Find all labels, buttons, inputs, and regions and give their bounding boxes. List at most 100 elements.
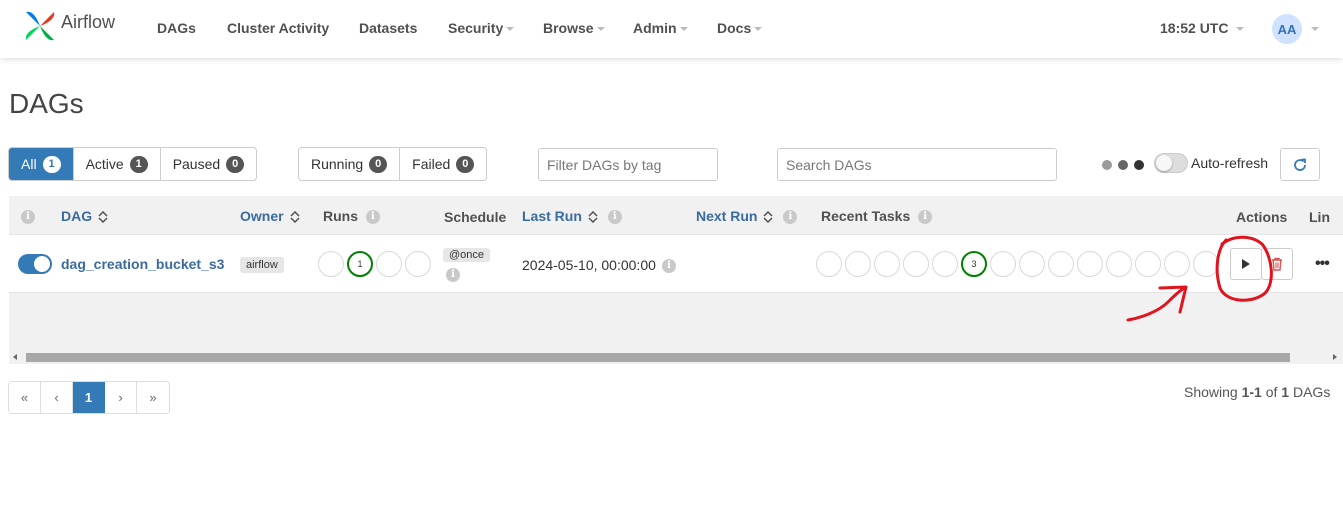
prev-page-button[interactable]: ‹ [41,382,73,413]
header-dag-label: DAG [61,208,93,224]
header-next-run[interactable]: Next Run i [696,208,798,225]
task-state-circle[interactable] [1106,251,1132,277]
task-state-circle[interactable] [903,251,929,277]
nav-datasets-label: Datasets [359,20,418,36]
run-state-circle[interactable] [318,251,344,277]
header-next-run-label: Next Run [696,208,758,224]
task-state-circle[interactable] [874,251,900,277]
nav-cluster-activity-label: Cluster Activity [227,20,330,36]
filter-running-button[interactable]: Running 0 [299,148,401,180]
sort-icon [763,211,773,224]
delete-dag-button[interactable] [1261,248,1293,280]
user-menu-caret-icon[interactable] [1311,27,1319,31]
brand[interactable]: Airflow [22,8,115,44]
scroll-right-icon[interactable] [1333,354,1337,360]
filter-running-count: 0 [369,155,388,173]
caret-down-icon [1236,27,1245,32]
horizontal-scrollbar[interactable] [9,351,1343,363]
task-state-circle[interactable] [1048,251,1074,277]
caret-down-icon [506,27,515,32]
nav-admin[interactable]: Admin [633,20,688,36]
dag-id-link[interactable]: dag_creation_bucket_s3 [61,256,224,272]
filter-failed-count: 0 [456,155,475,173]
nav-browse[interactable]: Browse [543,20,605,36]
last-page-button[interactable]: » [137,382,169,413]
header-dag[interactable]: DAG [61,208,108,224]
scroll-left-icon[interactable] [13,354,17,360]
nav-admin-label: Admin [633,20,677,36]
nav-dags[interactable]: DAGs [157,20,196,36]
caret-down-icon [596,27,605,32]
filter-paused-label: Paused [172,156,221,172]
header-owner-label: Owner [240,208,284,224]
header-schedule: Schedule [444,209,507,225]
nav-docs-label: Docs [717,20,752,36]
task-state-circle[interactable] [1164,251,1190,277]
loading-dots-icon [1102,160,1144,170]
task-state-circle[interactable] [990,251,1016,277]
tag-filter-input[interactable] [538,148,718,181]
filter-all-button[interactable]: All 1 [9,148,74,180]
auto-refresh-toggle[interactable] [1154,153,1188,173]
filter-active-label: Active [85,156,124,172]
showing-suffix: DAGs [1292,384,1331,400]
run-state-circle[interactable] [376,251,402,277]
timezone-dropdown[interactable]: 18:52 UTC [1160,20,1245,36]
info-icon[interactable]: i [918,210,933,225]
header-last-run[interactable]: Last Run i [522,208,622,225]
task-state-circle-success[interactable]: 3 [961,251,987,277]
task-state-circle[interactable] [845,251,871,277]
select-info-header: i [21,208,35,225]
search-dags-input[interactable] [777,148,1057,181]
more-links-icon[interactable]: ••• [1315,255,1330,273]
nav-docs[interactable]: Docs [717,20,763,36]
page-title: DAGs [9,88,84,119]
status-filter-group: All 1 Active 1 Paused 0 [8,147,258,181]
info-icon[interactable]: i [21,210,35,225]
trigger-dag-button[interactable] [1230,248,1262,280]
run-filter-group: Running 0 Failed 0 [298,147,488,181]
task-state-circle[interactable] [1019,251,1045,277]
sort-icon [290,211,300,224]
dag-pause-toggle[interactable] [18,254,52,274]
last-run-info-icon[interactable]: i [662,259,676,273]
nav-security[interactable]: Security [448,20,515,36]
refresh-button[interactable] [1280,148,1320,181]
nav-dags-label: DAGs [157,20,196,36]
filter-failed-button[interactable]: Failed 0 [400,148,486,180]
nav-cluster-activity[interactable]: Cluster Activity [227,20,329,36]
task-state-circle[interactable] [1135,251,1161,277]
filter-active-button[interactable]: Active 1 [74,148,161,180]
current-page-button[interactable]: 1 [73,382,105,413]
nav-datasets[interactable]: Datasets [359,20,417,36]
task-state-circle[interactable] [932,251,958,277]
last-run-link[interactable]: 2024-05-10, 00:00:00 [522,257,656,273]
task-state-circle[interactable] [816,251,842,277]
filter-active-count: 1 [129,155,148,173]
owner-label[interactable]: airflow [240,257,284,273]
showing-total: 1 [1281,384,1290,400]
trash-icon [1272,257,1282,271]
schedule-info-icon[interactable]: i [446,268,460,282]
run-state-circle[interactable] [405,251,431,277]
info-icon[interactable]: i [607,210,622,225]
filter-paused-button[interactable]: Paused 0 [161,148,256,180]
scroll-thumb[interactable] [26,353,1290,362]
header-owner[interactable]: Owner [240,208,300,224]
next-page-button[interactable]: › [105,382,137,413]
info-icon[interactable]: i [365,210,380,225]
run-state-circle-success[interactable]: 1 [347,251,373,277]
task-state-circle[interactable] [1077,251,1103,277]
header-runs: Runs i [323,208,380,225]
header-actions: Actions [1236,209,1288,225]
header-links: Lin [1309,209,1330,225]
info-icon[interactable]: i [783,210,798,225]
dags-table: i DAG Owner Runs i Schedule Last Run i N… [9,196,1343,364]
filter-all-count: 1 [42,155,61,173]
first-page-button[interactable]: « [9,382,41,413]
schedule-badge[interactable]: @once [443,248,491,262]
caret-down-icon [754,27,763,32]
user-avatar[interactable]: AA [1272,14,1302,44]
task-state-circle[interactable] [1193,251,1219,277]
refresh-icon [1294,158,1306,171]
